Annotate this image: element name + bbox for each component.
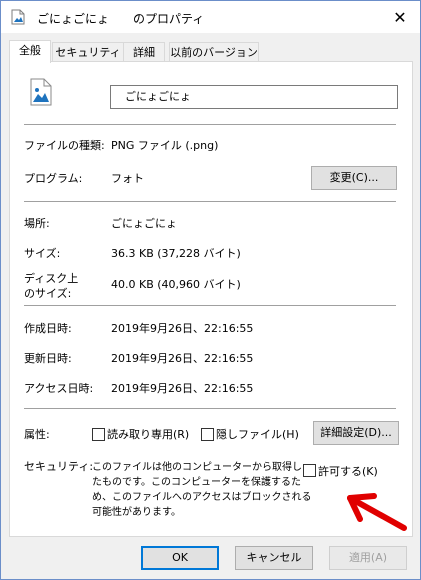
disk-size-label-line1: ディスク上 <box>24 272 79 285</box>
general-tab-panel: ごにょごにょ ファイルの種類: PNG ファイル (.png) プログラム: フ… <box>9 61 413 537</box>
security-text-line2: たものです。このコンピューターを保護するた <box>92 477 301 488</box>
disk-size-value: 40.0 KB (40,960 バイト) <box>111 278 241 291</box>
location-label: 場所: <box>24 217 50 230</box>
security-text-line1: このファイルは他のコンピューターから取得し <box>92 462 302 473</box>
accessed-label: アクセス日時: <box>24 382 94 395</box>
readonly-checkbox[interactable] <box>92 428 105 441</box>
file-type-value: PNG ファイル (.png) <box>111 139 219 152</box>
separator <box>24 201 396 202</box>
program-value: フォト <box>111 172 144 185</box>
modified-label: 更新日時: <box>24 352 72 365</box>
security-label: セキュリティ: <box>24 460 94 473</box>
security-text-line4: 可能性があります。 <box>92 507 181 518</box>
title-bar: ごにょごにょ のプロパティ ✕ <box>1 1 420 33</box>
separator <box>24 124 396 125</box>
window-title: ごにょごにょ のプロパティ <box>37 12 205 26</box>
created-value: 2019年9月26日、22:16:55 <box>111 322 254 335</box>
file-name-field[interactable]: ごにょごにょ <box>110 85 398 109</box>
tab-general[interactable]: 全般 <box>9 40 51 63</box>
created-label: 作成日時: <box>24 322 72 335</box>
attributes-label: 属性: <box>24 428 50 441</box>
ok-button[interactable]: OK <box>141 546 219 570</box>
properties-window: ごにょごにょ のプロパティ ✕ 全般 セキュリティ 詳細 以前のバージョン ごに… <box>0 0 421 580</box>
location-value: ごにょごにょ <box>111 217 177 230</box>
change-program-button[interactable]: 変更(C)... <box>311 166 397 190</box>
advanced-button[interactable]: 詳細設定(D)... <box>313 421 399 445</box>
program-label: プログラム: <box>24 172 83 185</box>
security-text-line3: め、このファイルへのアクセスはブロックされる <box>92 492 312 503</box>
accessed-value: 2019年9月26日、22:16:55 <box>111 382 254 395</box>
cancel-button[interactable]: キャンセル <box>235 546 313 570</box>
image-file-icon <box>11 9 25 25</box>
apply-button[interactable]: 適用(A) <box>329 546 407 570</box>
close-icon: ✕ <box>393 7 407 27</box>
disk-size-label-line2: のサイズ: <box>24 287 72 300</box>
unblock-label[interactable]: 許可する(K) <box>318 463 378 479</box>
unblock-checkbox[interactable] <box>303 464 316 477</box>
hidden-label[interactable]: 隠しファイル(H) <box>216 426 299 442</box>
file-type-label: ファイルの種類: <box>24 139 105 152</box>
modified-value: 2019年9月26日、22:16:55 <box>111 352 254 365</box>
size-label: サイズ: <box>24 247 61 260</box>
image-file-icon <box>30 78 52 106</box>
separator <box>24 408 396 409</box>
tab-previous-versions[interactable]: 以前のバージョン <box>169 42 259 62</box>
hidden-checkbox[interactable] <box>201 428 214 441</box>
tab-details[interactable]: 詳細 <box>123 42 165 62</box>
readonly-label[interactable]: 読み取り専用(R) <box>107 426 189 442</box>
tab-security[interactable]: セキュリティ <box>52 42 124 62</box>
size-value: 36.3 KB (37,228 バイト) <box>111 247 241 260</box>
close-button[interactable]: ✕ <box>380 1 420 33</box>
separator <box>24 305 396 306</box>
red-arrow-annotation <box>347 493 407 531</box>
